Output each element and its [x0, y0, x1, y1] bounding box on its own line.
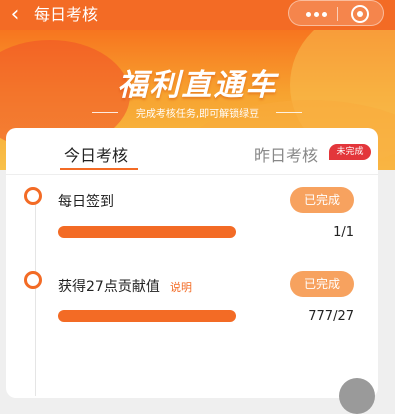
task-progress-bar — [58, 226, 236, 238]
tab-today[interactable]: 今日考核 — [64, 142, 128, 166]
task-status-button[interactable]: 已完成 — [290, 187, 354, 213]
capsule-divider — [337, 7, 338, 21]
floating-action-button[interactable] — [339, 378, 375, 414]
banner-title: 福利直通车 — [117, 68, 278, 103]
more-options-icon[interactable] — [299, 5, 333, 23]
page-title: 每日考核 — [34, 5, 99, 24]
timeline-dot-icon — [24, 187, 42, 205]
task-progress-bar — [58, 310, 236, 322]
assessment-card: 今日考核 昨日考核 未完成 每日签到 已完成 1/1 获得27点贡献值 说明 已… — [6, 128, 378, 398]
timeline-dot-icon — [24, 271, 42, 289]
task-status-button[interactable]: 已完成 — [290, 271, 354, 297]
task-progress-count: 777/27 — [308, 309, 354, 324]
close-target-icon[interactable] — [351, 5, 369, 23]
mini-program-capsule — [288, 0, 384, 26]
task-progress-count: 1/1 — [333, 225, 354, 240]
tab-yesterday[interactable]: 昨日考核 — [254, 142, 318, 166]
active-tab-indicator — [60, 168, 138, 170]
tab-divider — [6, 174, 378, 175]
top-navigation-bar: ‹ 每日考核 — [0, 0, 395, 30]
task-name: 获得27点贡献值 — [58, 279, 160, 295]
back-chevron-icon[interactable]: ‹ — [2, 2, 28, 28]
incomplete-badge: 未完成 — [329, 144, 371, 160]
banner-subtitle-line-right — [276, 112, 302, 113]
task-name: 每日签到 — [58, 194, 114, 210]
timeline-line — [35, 196, 36, 396]
task-explain-link[interactable]: 说明 — [170, 279, 192, 295]
banner-subtitle: 完成考核任务,即可解锁绿豆 — [135, 109, 260, 120]
